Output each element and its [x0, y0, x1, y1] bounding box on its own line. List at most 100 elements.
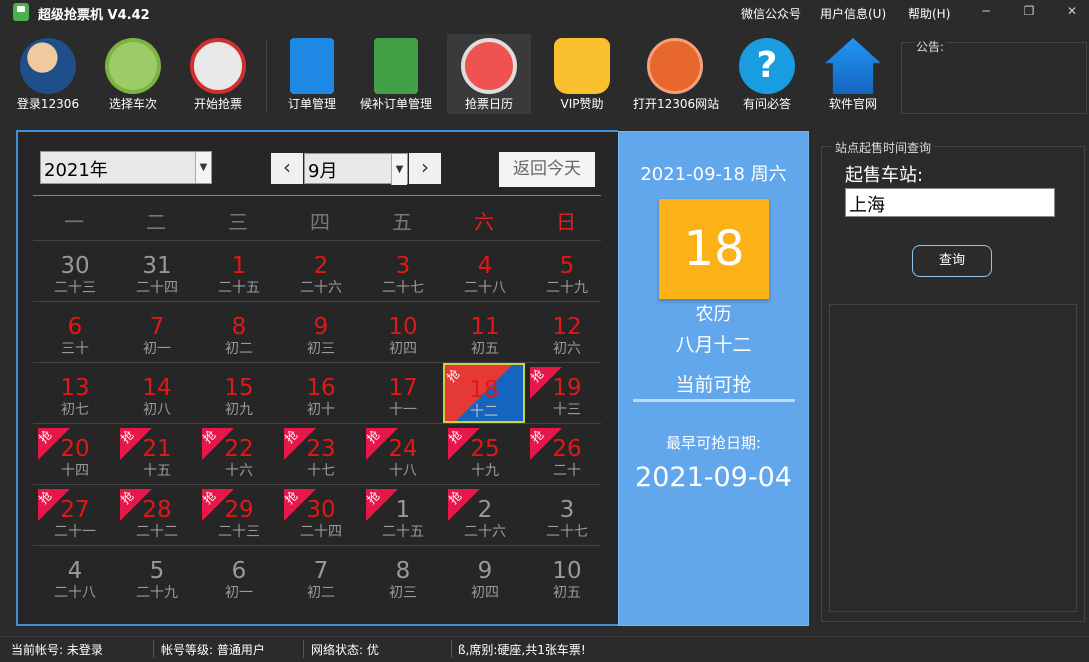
calendar-day-cell[interactable]: 8 初二 — [198, 302, 280, 362]
calendar-day-cell[interactable]: 16 初十 — [280, 363, 362, 423]
lunar-date: 初一 — [143, 341, 171, 357]
lunar-date: 二十二 — [136, 524, 178, 540]
weekday-label: 二 — [146, 210, 166, 234]
faq-button[interactable]: ? 有问必答 — [725, 34, 809, 114]
status-message: ß,席别:硬座,共1张车票! — [458, 643, 586, 657]
login-12306-button[interactable]: 登录12306 — [6, 34, 90, 114]
query-result-box — [829, 304, 1077, 612]
calendar-day-cell[interactable]: 抢 26 二十 — [526, 424, 608, 484]
calendar-day-cell[interactable]: 抢 22 十六 — [198, 424, 280, 484]
query-button[interactable]: 查询 — [912, 245, 992, 277]
calendar-day-cell[interactable]: 抢 1 二十五 — [362, 485, 444, 545]
earliest-date-label: 最早可抢日期: — [665, 434, 762, 452]
chevron-down-icon[interactable]: ▼ — [195, 152, 211, 183]
lunar-date: 二十七 — [546, 524, 588, 540]
lunar-date: 十一 — [389, 402, 417, 418]
lunar-date: 二十九 — [546, 280, 588, 296]
stopwatch-icon — [461, 38, 517, 94]
vip-sponsor-button[interactable]: VIP赞助 — [540, 34, 624, 114]
calendar-day-cell[interactable]: 7 初一 — [116, 302, 198, 362]
calendar-day-cell[interactable]: 17 十一 — [362, 363, 444, 423]
day-number: 19 — [552, 375, 582, 401]
calendar-day-cell[interactable]: 抢 30 二十四 — [280, 485, 362, 545]
start-grab-button[interactable]: 开始抢票 — [176, 34, 260, 114]
calendar-day-cell[interactable]: 4 二十八 — [34, 546, 116, 606]
lunar-date: 初三 — [389, 585, 417, 601]
calendar-day-cell[interactable]: 30 二十三 — [34, 241, 116, 301]
year-select[interactable]: 2021年 ▼ — [40, 151, 212, 184]
lunar-date: 初二 — [225, 341, 253, 357]
order-management-button[interactable]: 订单管理 — [270, 34, 354, 114]
chevron-down-icon[interactable]: ▼ — [391, 154, 407, 185]
waitlist-order-icon — [374, 38, 418, 94]
menu-help[interactable]: 帮助(H) — [908, 5, 950, 22]
day-number: 28 — [142, 497, 172, 523]
ticket-grab-icon — [190, 38, 246, 94]
calendar-day-cell[interactable]: 15 初九 — [198, 363, 280, 423]
month-select[interactable]: 9月 ▼ — [304, 153, 408, 185]
calendar-day-cell[interactable]: 抢 20 十四 — [34, 424, 116, 484]
minimize-icon[interactable]: ─ — [976, 2, 996, 20]
lunar-date: 初三 — [307, 341, 335, 357]
chevron-left-icon: ‹ — [283, 155, 291, 179]
calendar-day-cell[interactable]: 4 二十八 — [444, 241, 526, 301]
day-number: 17 — [388, 375, 418, 401]
calendar-day-cell[interactable]: 抢 23 十七 — [280, 424, 362, 484]
calendar-day-cell[interactable]: 5 二十九 — [526, 241, 608, 301]
calendar-day-cell[interactable]: 8 初三 — [362, 546, 444, 606]
calendar-day-cell[interactable]: 9 初三 — [280, 302, 362, 362]
calendar-day-cell[interactable]: 10 初四 — [362, 302, 444, 362]
menu-user-info[interactable]: 用户信息(U) — [820, 5, 886, 22]
calendar-day-cell[interactable]: 10 初五 — [526, 546, 608, 606]
station-input[interactable]: 上海 — [845, 188, 1055, 217]
day-number: 1 — [395, 497, 411, 523]
calendar-day-cell[interactable]: 3 二十七 — [526, 485, 608, 545]
day-number: 4 — [67, 558, 83, 584]
official-site-button[interactable]: 软件官网 — [811, 34, 895, 114]
open-12306-site-button[interactable]: 打开12306网站 — [633, 34, 719, 114]
back-to-today-button[interactable]: 返回今天 — [499, 152, 595, 187]
grab-calendar-button[interactable]: 抢票日历 — [447, 34, 531, 114]
calendar-day-cell[interactable]: 抢 28 二十二 — [116, 485, 198, 545]
calendar-day-cell[interactable]: 抢 25 十九 — [444, 424, 526, 484]
year-value: 2021年 — [44, 160, 108, 181]
day-number: 22 — [224, 436, 254, 462]
calendar-day-cell[interactable]: 抢 27 二十一 — [34, 485, 116, 545]
chevron-right-icon: › — [421, 155, 429, 179]
calendar-day-cell[interactable]: 13 初七 — [34, 363, 116, 423]
lunar-date: 初五 — [553, 585, 581, 601]
calendar-day-cell[interactable]: 抢 18 十二 — [443, 363, 525, 423]
grab-status: 当前可抢 — [675, 374, 752, 396]
calendar-day-cell[interactable]: 6 三十 — [34, 302, 116, 362]
calendar-day-cell[interactable]: 14 初八 — [116, 363, 198, 423]
close-icon[interactable]: ✕ — [1062, 2, 1082, 20]
calendar-day-cell[interactable]: 1 二十五 — [198, 241, 280, 301]
prev-month-button[interactable]: ‹ — [271, 153, 303, 184]
calendar-day-cell[interactable]: 5 二十九 — [116, 546, 198, 606]
day-number: 14 — [142, 375, 172, 401]
calendar-day-cell[interactable]: 12 初六 — [526, 302, 608, 362]
calendar-day-cell[interactable]: 抢 24 十八 — [362, 424, 444, 484]
calendar-day-cell[interactable]: 7 初二 — [280, 546, 362, 606]
calendar-day-cell[interactable]: 抢 19 十三 — [526, 363, 608, 423]
calendar-day-cell[interactable]: 31 二十四 — [116, 241, 198, 301]
lunar-date: 二十四 — [300, 524, 342, 540]
calendar-day-cell[interactable]: 9 初四 — [444, 546, 526, 606]
lunar-date: 二十三 — [218, 524, 260, 540]
calendar-day-cell[interactable]: 11 初五 — [444, 302, 526, 362]
calendar-day-cell[interactable]: 2 二十六 — [280, 241, 362, 301]
next-month-button[interactable]: › — [409, 153, 441, 184]
calendar-day-cell[interactable]: 抢 29 二十三 — [198, 485, 280, 545]
weekday-label: 五 — [392, 210, 412, 234]
menu-wechat[interactable]: 微信公众号 — [741, 5, 801, 22]
waitlist-order-button[interactable]: 候补订单管理 — [354, 34, 438, 114]
weekday-label: 四 — [310, 210, 330, 234]
calendar-day-cell[interactable]: 6 初一 — [198, 546, 280, 606]
calendar-day-cell[interactable]: 抢 21 十五 — [116, 424, 198, 484]
lunar-date: 初五 — [471, 341, 499, 357]
restore-icon[interactable]: ❐ — [1019, 2, 1039, 20]
status-divider — [153, 640, 154, 658]
calendar-day-cell[interactable]: 3 二十七 — [362, 241, 444, 301]
select-train-button[interactable]: 选择车次 — [91, 34, 175, 114]
calendar-day-cell[interactable]: 抢 2 二十六 — [444, 485, 526, 545]
